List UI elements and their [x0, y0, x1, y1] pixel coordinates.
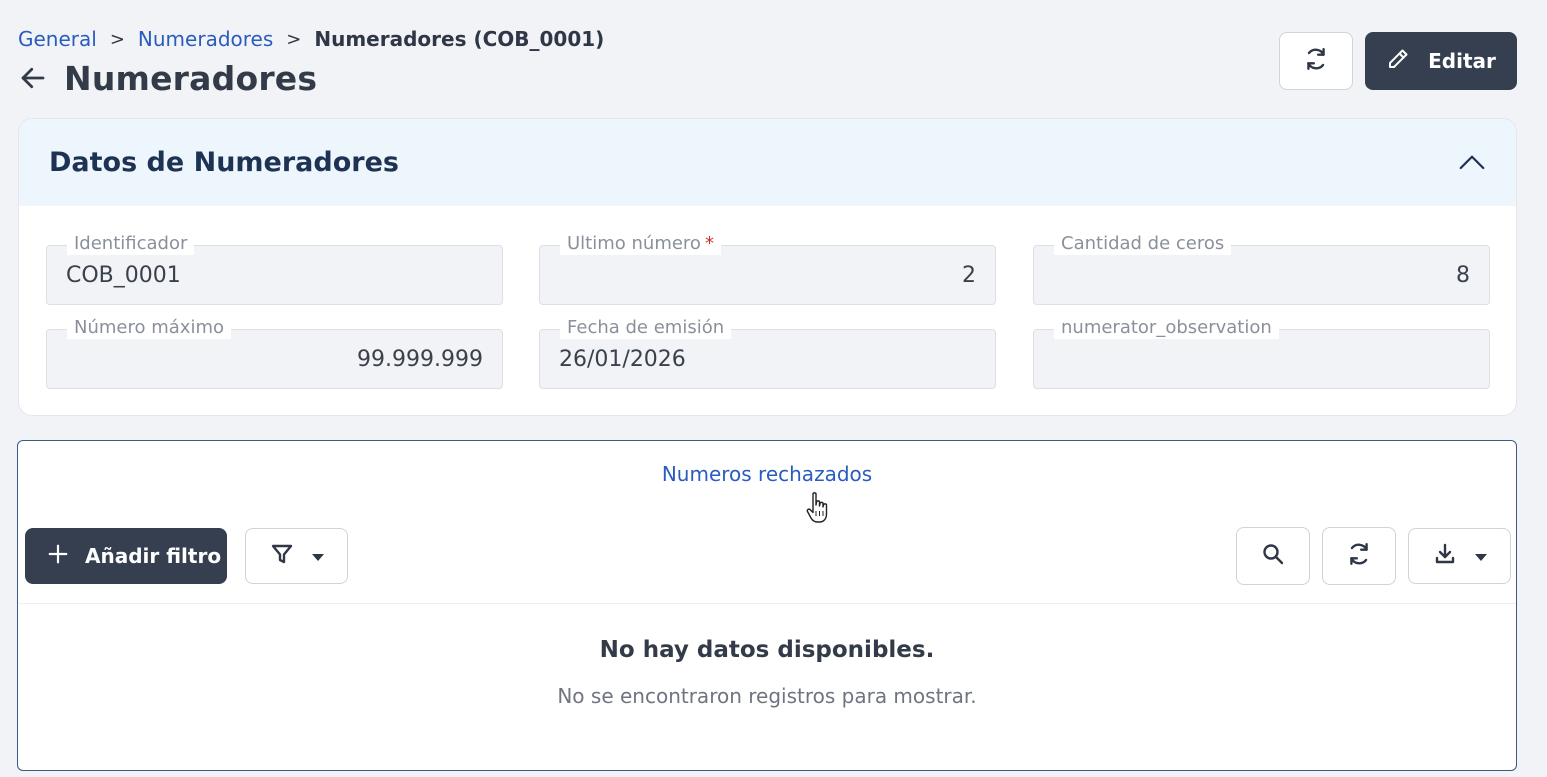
- numero-maximo-label: Número máximo: [67, 317, 231, 339]
- breadcrumb-link-general[interactable]: General: [18, 27, 97, 51]
- breadcrumb-separator: >: [109, 28, 125, 50]
- edit-button-label: Editar: [1428, 49, 1496, 73]
- reload-table-button[interactable]: [1322, 527, 1396, 585]
- tab-numeros-rechazados-label[interactable]: Numeros rechazados: [662, 462, 872, 486]
- rejected-numbers-panel: Numeros rechazados Añadir filtro No hay …: [17, 440, 1517, 771]
- identificador-value: COB_0001: [66, 263, 181, 288]
- page-title: Numeradores: [64, 58, 318, 98]
- add-filter-label: Añadir filtro: [85, 544, 222, 568]
- search-button[interactable]: [1236, 527, 1310, 585]
- required-mark: *: [704, 233, 714, 254]
- breadcrumb: General > Numeradores > Numeradores (COB…: [18, 27, 604, 51]
- identificador-label: Identificador: [67, 233, 195, 255]
- empty-state-title: No hay datos disponibles.: [599, 637, 935, 663]
- cantidad-ceros-label: Cantidad de ceros: [1054, 233, 1232, 255]
- ultimo-numero-value: 2: [962, 263, 976, 288]
- chevron-up-icon[interactable]: [1456, 147, 1488, 179]
- page-title-row: Numeradores: [18, 58, 317, 98]
- section-title: Datos de Numeradores: [49, 147, 399, 178]
- numerator-data-card: Datos de Numeradores Identificador COB_0…: [18, 118, 1517, 416]
- observation-field[interactable]: numerator_observation: [1033, 317, 1490, 389]
- table-divider: [18, 603, 1516, 604]
- download-icon: [1433, 542, 1457, 570]
- ultimo-numero-field[interactable]: Ultimo número * 2: [539, 233, 996, 305]
- search-icon: [1261, 542, 1285, 570]
- refresh-icon: [1303, 46, 1329, 76]
- cantidad-ceros-value: 8: [1456, 263, 1470, 288]
- hand-pointer-icon: [804, 491, 832, 529]
- caret-down-icon: [1474, 547, 1487, 566]
- identificador-field[interactable]: Identificador COB_0001: [46, 233, 503, 305]
- section-header[interactable]: Datos de Numeradores: [19, 119, 1516, 206]
- tab-numeros-rechazados: Numeros rechazados: [18, 462, 1516, 486]
- funnel-icon: [270, 542, 294, 570]
- filter-dropdown-button[interactable]: [245, 528, 348, 584]
- cantidad-ceros-field[interactable]: Cantidad de ceros 8: [1033, 233, 1490, 305]
- ultimo-numero-label-wrap: Ultimo número *: [560, 233, 721, 255]
- download-dropdown-button[interactable]: [1408, 528, 1511, 584]
- breadcrumb-separator: >: [286, 28, 302, 50]
- arrow-left-icon[interactable]: [18, 62, 50, 94]
- fecha-emision-label: Fecha de emisión: [560, 317, 732, 339]
- numero-maximo-field[interactable]: Número máximo 99.999.999: [46, 317, 503, 389]
- ultimo-numero-label: Ultimo número: [567, 233, 701, 254]
- pencil-icon: [1386, 47, 1410, 76]
- fecha-emision-field[interactable]: Fecha de emisión 26/01/2026: [539, 317, 996, 389]
- edit-button[interactable]: Editar: [1365, 32, 1517, 90]
- caret-down-icon: [311, 547, 324, 566]
- refresh-icon: [1346, 541, 1372, 571]
- breadcrumb-current: Numeradores (COB_0001): [314, 27, 605, 51]
- add-filter-button[interactable]: Añadir filtro: [25, 528, 227, 584]
- numero-maximo-value: 99.999.999: [357, 347, 483, 372]
- observation-label: numerator_observation: [1054, 317, 1279, 339]
- empty-state-subtitle: No se encontraron registros para mostrar…: [557, 684, 977, 708]
- refresh-button[interactable]: [1279, 32, 1353, 90]
- fecha-emision-value: 26/01/2026: [559, 347, 686, 372]
- breadcrumb-link-numeradores[interactable]: Numeradores: [138, 27, 273, 51]
- plus-icon: [47, 543, 69, 570]
